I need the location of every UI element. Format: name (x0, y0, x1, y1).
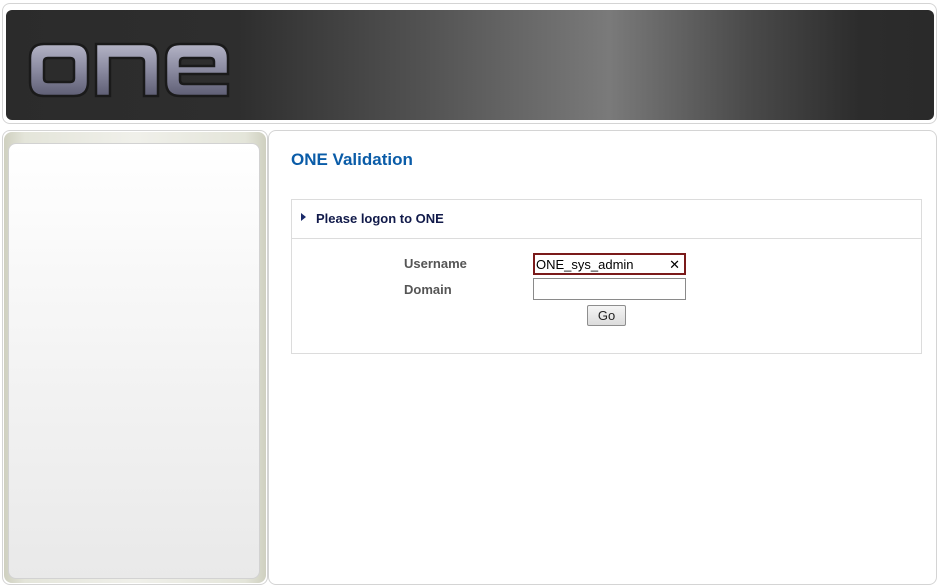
login-panel: Please logon to ONE (291, 199, 922, 354)
domain-label: Domain (404, 282, 452, 297)
triangle-right-icon[interactable] (301, 213, 306, 221)
login-panel-header[interactable]: Please logon to ONE (292, 200, 921, 239)
domain-input[interactable] (535, 279, 683, 299)
page-title: ONE Validation (291, 150, 413, 169)
header-banner (6, 10, 934, 120)
username-input[interactable] (536, 255, 664, 273)
username-label: Username (404, 256, 467, 271)
login-panel-header-text: Please logon to ONE (316, 211, 444, 226)
domain-field[interactable] (533, 278, 686, 300)
close-icon[interactable]: ✕ (669, 256, 680, 274)
go-button[interactable]: Go (587, 305, 626, 326)
one-logo (28, 42, 230, 98)
username-field[interactable]: ✕ (533, 253, 686, 275)
left-sidebar-panel (8, 143, 260, 579)
